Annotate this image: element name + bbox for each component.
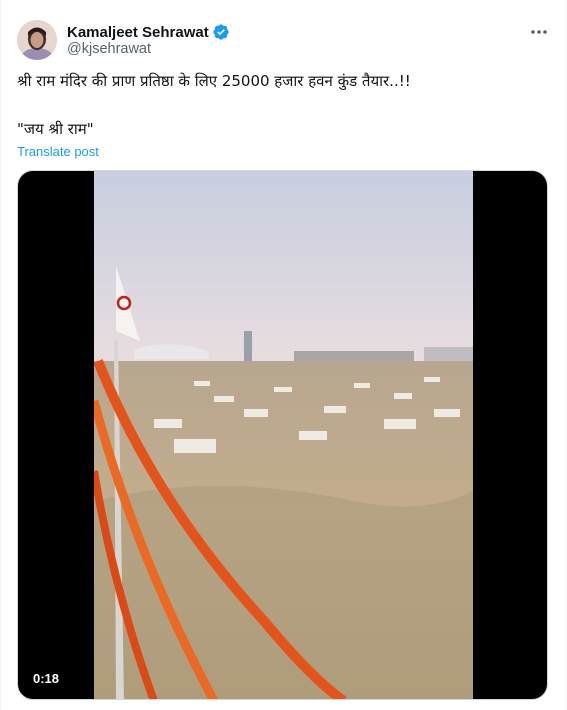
video-duration-badge: 0:18 (26, 668, 67, 689)
author-display-name[interactable]: Kamaljeet Sehrawat (67, 24, 209, 41)
post-card[interactable]: Kamaljeet Sehrawat @kjsehrawat श्री राम … (0, 0, 567, 710)
video-thumbnail (94, 171, 473, 699)
post-quote-text: "जय श्री राम" (17, 120, 94, 138)
author-avatar[interactable] (17, 20, 57, 60)
post-text: श्री राम मंदिर की प्राण प्रतिष्ठा के लिए… (17, 72, 411, 90)
author-name-row: Kamaljeet Sehrawat (67, 22, 230, 42)
verified-badge-icon (212, 23, 230, 41)
author-handle[interactable]: @kjsehrawat (67, 41, 151, 57)
more-options-icon[interactable] (527, 22, 551, 42)
translate-post-link[interactable]: Translate post (17, 144, 99, 159)
video-player[interactable]: 0:18 (17, 170, 548, 700)
avatar-image (17, 20, 57, 60)
